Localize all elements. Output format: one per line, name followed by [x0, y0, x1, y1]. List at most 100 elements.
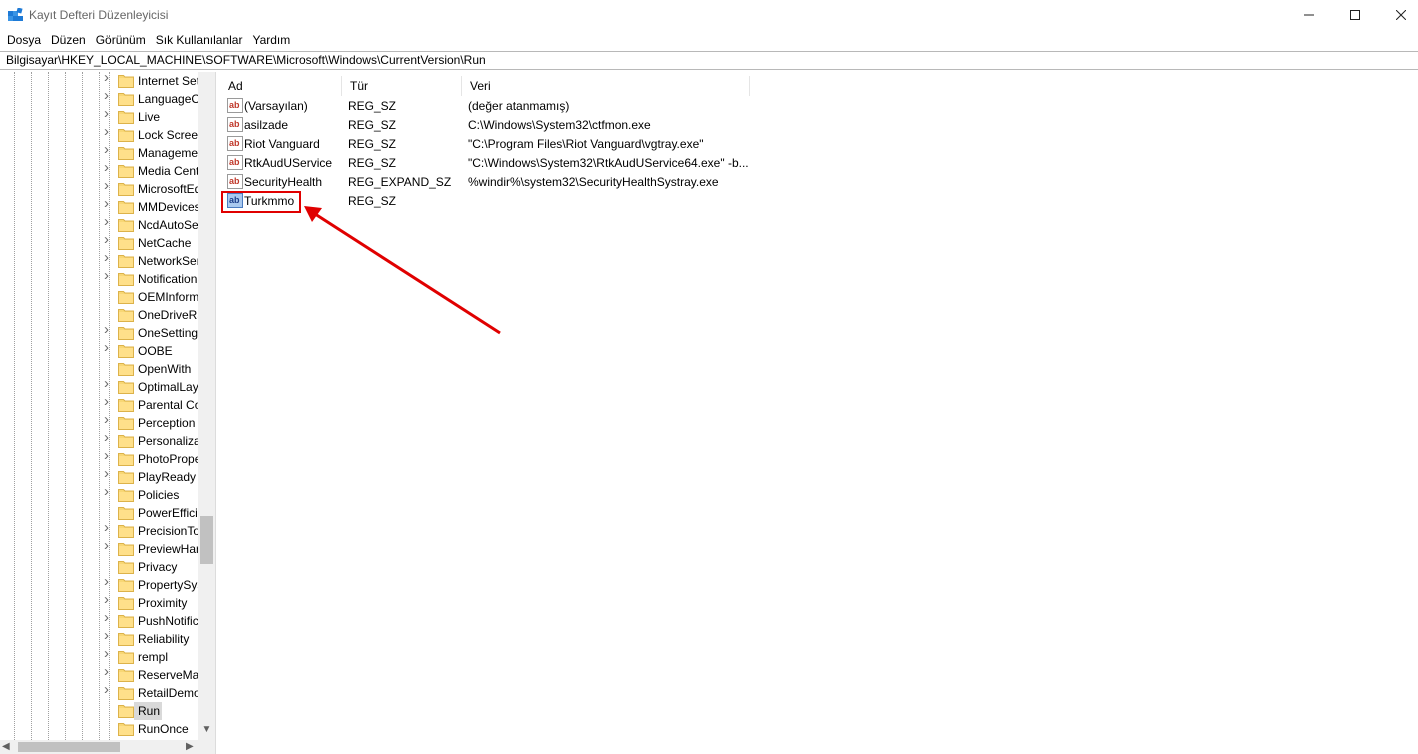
column-header-type[interactable]: Tür — [342, 76, 462, 96]
tree-item[interactable]: › NetCache — [0, 232, 198, 252]
chevron-right-icon[interactable]: › — [104, 592, 114, 607]
chevron-right-icon[interactable]: › — [104, 376, 114, 391]
tree-item[interactable]: › Notification — [0, 268, 198, 288]
tree-item[interactable]: › PrecisionTo — [0, 520, 198, 540]
chevron-right-icon[interactable]: › — [104, 520, 114, 535]
folder-icon — [118, 416, 134, 430]
tree-item[interactable]: OpenWith — [0, 360, 198, 378]
tree-item[interactable]: › NcdAutoSe — [0, 214, 198, 234]
chevron-right-icon[interactable]: › — [104, 250, 114, 265]
chevron-right-icon[interactable]: › — [104, 124, 114, 139]
chevron-right-icon[interactable]: › — [104, 160, 114, 175]
tree-item[interactable]: › LanguageC — [0, 88, 198, 108]
tree-item[interactable]: › Lock Screer — [0, 124, 198, 144]
chevron-right-icon[interactable]: › — [104, 484, 114, 499]
tree-vertical-scrollbar[interactable] — [198, 72, 215, 740]
tree-item[interactable]: › ReserveMar — [0, 664, 198, 684]
folder-icon — [118, 560, 134, 574]
chevron-right-icon[interactable]: › — [104, 574, 114, 589]
tree-item[interactable]: › PropertySys — [0, 574, 198, 594]
chevron-right-icon[interactable]: › — [104, 214, 114, 229]
tree-item[interactable]: › Internet Set — [0, 72, 198, 90]
scroll-left-arrow-icon[interactable]: ◀ — [2, 740, 14, 754]
chevron-right-icon[interactable]: › — [104, 232, 114, 247]
value-data: "C:\Program Files\Riot Vanguard\vgtray.e… — [468, 137, 704, 151]
minimize-button[interactable] — [1286, 0, 1332, 30]
list-row[interactable]: ab SecurityHealth REG_EXPAND_SZ %windir%\sy… — [220, 172, 760, 191]
tree-item[interactable]: › Proximity — [0, 592, 198, 612]
menu-dosya[interactable]: Dosya — [2, 30, 46, 50]
values-list[interactable]: Ad Tür Veri ab (Varsayılan) REG_SZ (değer a… — [220, 72, 1418, 754]
tree-scroll-thumb[interactable] — [200, 516, 213, 564]
chevron-right-icon[interactable]: › — [104, 412, 114, 427]
tree-item[interactable]: › PlayReady — [0, 466, 198, 486]
tree-item[interactable]: › OptimalLay — [0, 376, 198, 396]
registry-tree[interactable]: › Internet Set › LanguageC › Live › Lock Screer… — [0, 72, 215, 754]
menu-yardim[interactable]: Yardım — [247, 30, 295, 50]
chevron-right-icon[interactable]: › — [104, 142, 114, 157]
tree-item[interactable]: › NetworkSer — [0, 250, 198, 270]
tree-item[interactable]: › Live — [0, 106, 198, 126]
chevron-right-icon[interactable]: › — [104, 268, 114, 283]
column-header-data[interactable]: Veri — [462, 76, 750, 96]
tree-item[interactable]: › Reliability — [0, 628, 198, 648]
chevron-right-icon[interactable]: › — [104, 610, 114, 625]
tree-item[interactable]: › PreviewHar — [0, 538, 198, 558]
chevron-right-icon[interactable]: › — [104, 430, 114, 445]
chevron-right-icon[interactable]: › — [104, 466, 114, 481]
string-value-icon: ab — [227, 98, 243, 113]
close-button[interactable] — [1378, 0, 1418, 30]
chevron-right-icon[interactable]: › — [104, 628, 114, 643]
chevron-right-icon[interactable]: › — [104, 72, 114, 85]
chevron-right-icon[interactable]: › — [104, 394, 114, 409]
chevron-right-icon[interactable]: › — [104, 322, 114, 337]
tree-item[interactable]: › MMDevices — [0, 196, 198, 216]
tree-item[interactable]: › PhotoPrope — [0, 448, 198, 468]
tree-item[interactable]: › MicrosoftEd — [0, 178, 198, 198]
menu-duzen[interactable]: Düzen — [46, 30, 91, 50]
tree-item[interactable]: Privacy — [0, 558, 198, 576]
highlight-box — [221, 191, 301, 213]
chevron-right-icon[interactable]: › — [104, 196, 114, 211]
tree-item[interactable]: OEMInform — [0, 288, 198, 306]
tree-item[interactable]: › rempl — [0, 646, 198, 666]
tree-item[interactable]: › OOBE — [0, 340, 198, 360]
list-row[interactable]: ab (Varsayılan) REG_SZ (değer atanmamış) — [220, 96, 760, 115]
tree-item-label: PhotoPrope — [138, 452, 198, 466]
tree-item[interactable]: › Policies — [0, 484, 198, 504]
menu-gorunum[interactable]: Görünüm — [91, 30, 151, 50]
tree-item[interactable]: › Media Cent — [0, 160, 198, 180]
list-row[interactable]: ab RtkAudUService REG_SZ "C:\Windows\System… — [220, 153, 760, 172]
tree-item[interactable]: OneDriveRa — [0, 306, 198, 324]
chevron-right-icon[interactable]: › — [104, 178, 114, 193]
menu-sik-kullanilanlar[interactable]: Sık Kullanılanlar — [151, 30, 248, 50]
column-header-name[interactable]: Ad — [220, 76, 342, 96]
tree-item[interactable]: Run — [0, 702, 198, 720]
chevron-right-icon[interactable]: › — [104, 664, 114, 679]
tree-item[interactable]: › OneSetting — [0, 322, 198, 342]
chevron-right-icon[interactable]: › — [104, 340, 114, 355]
address-bar[interactable]: Bilgisayar\HKEY_LOCAL_MACHINE\SOFTWARE\M… — [0, 51, 1418, 70]
tree-item[interactable]: PowerEffici — [0, 504, 198, 522]
scroll-down-arrow-icon[interactable]: ▼ — [200, 722, 213, 738]
tree-item[interactable]: › RetailDemo — [0, 682, 198, 702]
chevron-right-icon[interactable]: › — [104, 538, 114, 553]
maximize-button[interactable] — [1332, 0, 1378, 30]
tree-item[interactable]: › Manageme — [0, 142, 198, 162]
tree-item[interactable]: › Parental Co — [0, 394, 198, 414]
chevron-right-icon[interactable]: › — [104, 682, 114, 697]
tree-item-label: Lock Screer — [138, 128, 198, 142]
tree-item[interactable]: › Personaliza — [0, 430, 198, 450]
scroll-right-arrow-icon[interactable]: ▶ — [186, 740, 198, 754]
chevron-right-icon[interactable]: › — [104, 448, 114, 463]
tree-item[interactable]: RunOnce — [0, 720, 198, 738]
tree-item[interactable]: › Perception — [0, 412, 198, 432]
tree-item[interactable]: › PushNotific — [0, 610, 198, 630]
list-row[interactable]: ab Riot Vanguard REG_SZ "C:\Program Files\R… — [220, 134, 760, 153]
list-row[interactable]: ab asilzade REG_SZ C:\Windows\System32\ctfm… — [220, 115, 760, 134]
chevron-right-icon[interactable]: › — [104, 106, 114, 121]
svg-text:ab: ab — [229, 100, 240, 110]
chevron-right-icon[interactable]: › — [104, 646, 114, 661]
chevron-right-icon[interactable]: › — [104, 88, 114, 103]
tree-hscroll-thumb[interactable] — [18, 742, 120, 752]
